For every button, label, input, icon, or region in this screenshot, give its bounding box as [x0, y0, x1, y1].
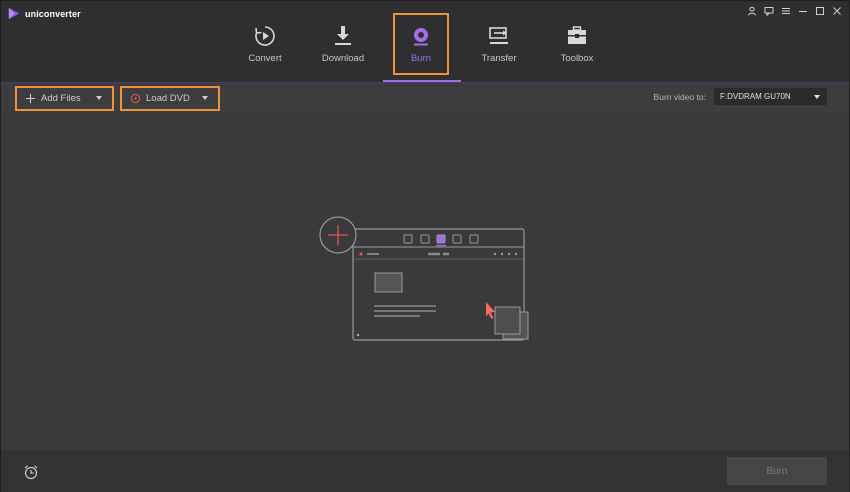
tab-convert-label: Convert: [248, 53, 282, 64]
window-controls: [745, 4, 843, 17]
load-dvd-dropdown-icon[interactable]: [202, 96, 208, 100]
burn-drive-value: F:DVDRAM GU70N: [720, 92, 791, 101]
load-dvd-button[interactable]: Load DVD: [120, 86, 220, 111]
convert-icon: [255, 26, 275, 46]
toolbar: Add Files Load DVD Burn video to: F:DVDR…: [1, 83, 849, 112]
app-logo: uniconverter: [7, 7, 81, 20]
add-files-dropdown-icon[interactable]: [96, 96, 102, 100]
burn-drive-select[interactable]: F:DVDRAM GU70N: [714, 88, 827, 105]
title-bar: uniconverter Convert Download Burn Trans…: [1, 1, 849, 83]
maximize-icon[interactable]: [813, 4, 826, 17]
tab-transfer[interactable]: Transfer: [460, 13, 538, 75]
burn-target: Burn video to: F:DVDRAM GU70N: [654, 88, 827, 105]
burn-button[interactable]: Burn: [727, 457, 827, 485]
tab-download[interactable]: Download: [304, 13, 382, 75]
load-dvd-label: Load DVD: [146, 93, 190, 104]
bottom-bar: Burn: [1, 450, 849, 492]
tab-download-label: Download: [321, 53, 365, 64]
tab-burn[interactable]: Burn: [393, 13, 449, 75]
add-files-label: Add Files: [41, 93, 81, 104]
plus-icon: [25, 93, 37, 105]
dvd-disc-icon: [130, 93, 142, 105]
tab-toolbox[interactable]: Toolbox: [538, 13, 616, 75]
transfer-icon: [489, 27, 508, 44]
chevron-down-icon: [814, 95, 820, 99]
tab-transfer-label: Transfer: [481, 53, 517, 64]
app-name: uniconverter: [25, 8, 81, 19]
menu-icon[interactable]: [779, 4, 792, 17]
close-icon[interactable]: [830, 4, 843, 17]
tab-burn-label: Burn: [410, 53, 432, 64]
app-window: uniconverter Convert Download Burn Trans…: [0, 0, 850, 492]
feedback-icon[interactable]: [762, 4, 775, 17]
uniconverter-logo-icon: [8, 7, 20, 20]
burn-icon: [414, 28, 428, 46]
burn-to-label: Burn video to:: [653, 91, 706, 102]
add-files-button[interactable]: Add Files: [15, 86, 114, 111]
download-icon: [335, 26, 351, 45]
main-nav: Convert Download Burn Transfer Toolbox: [226, 13, 616, 75]
alarm-clock-icon[interactable]: [23, 464, 39, 480]
minimize-icon[interactable]: [796, 4, 809, 17]
toolbox-icon: [568, 26, 586, 44]
tab-toolbox-label: Toolbox: [560, 53, 594, 64]
add-files-illustration[interactable]: [317, 216, 533, 346]
drop-area[interactable]: [1, 112, 849, 450]
user-icon[interactable]: [745, 4, 758, 17]
tab-convert[interactable]: Convert: [226, 13, 304, 75]
